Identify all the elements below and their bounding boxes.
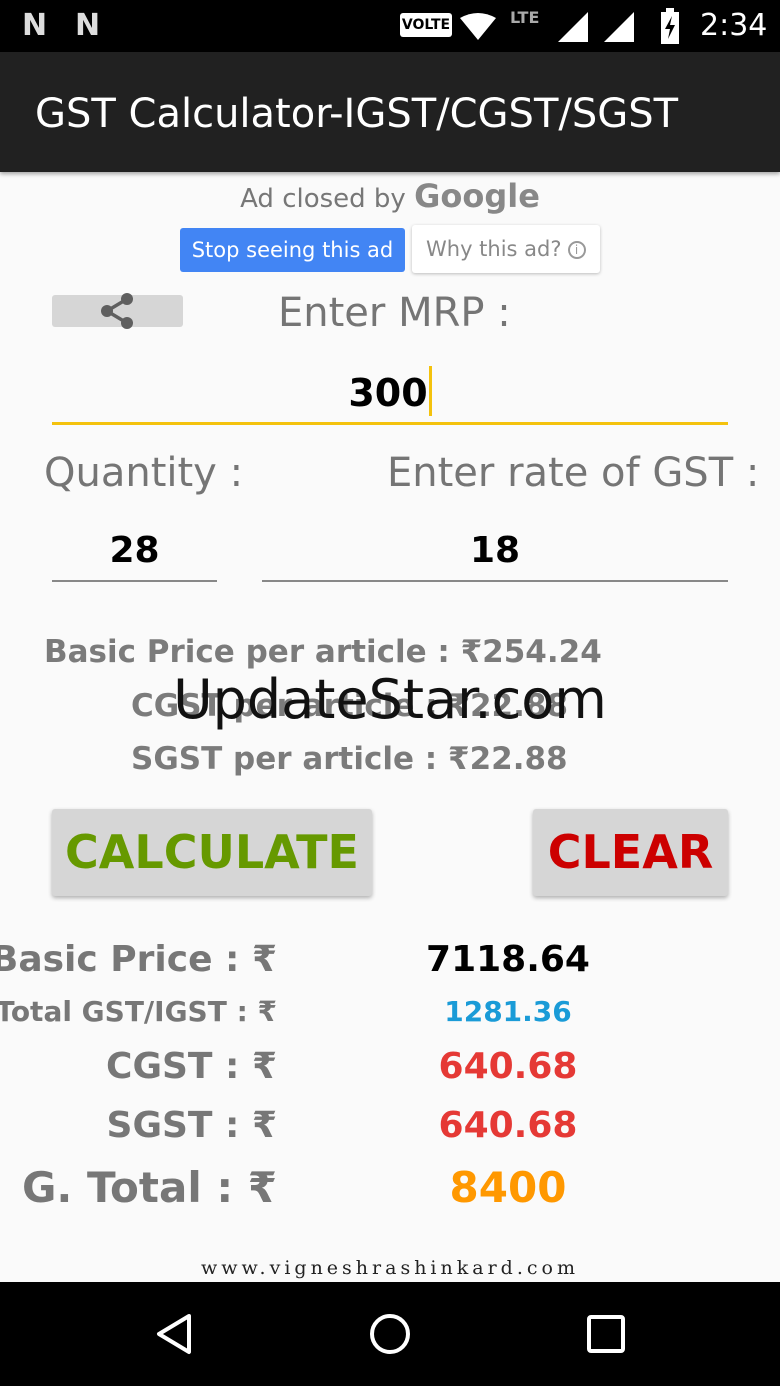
back-icon[interactable] xyxy=(145,1304,205,1364)
notification-n-icon: N xyxy=(22,8,48,43)
mrp-input-underline xyxy=(52,422,728,425)
wifi-icon xyxy=(460,13,496,40)
share-icon xyxy=(101,293,133,329)
basic-price-label: Basic Price : ₹ xyxy=(0,939,277,980)
ad-closed-notice: Ad closed by Google xyxy=(0,176,780,219)
total-gst-label: Total GST/IGST : ₹ xyxy=(0,995,277,1028)
website-link[interactable]: www.vigneshrashinkard.com xyxy=(0,1256,780,1280)
cgst-value: 640.68 xyxy=(438,1046,578,1087)
lte-label: LTE xyxy=(510,8,540,27)
share-button[interactable] xyxy=(52,293,183,329)
basic-price-value: 7118.64 xyxy=(426,939,590,980)
calculate-button[interactable]: CALCULATE xyxy=(52,809,372,896)
gst-rate-input-underline xyxy=(262,580,728,582)
clear-button[interactable]: CLEAR xyxy=(533,809,728,896)
app-bar: GST Calculator-IGST/CGST/SGST xyxy=(0,52,780,172)
sgst-label: SGST : ₹ xyxy=(106,1105,277,1146)
basic-price-per-article: Basic Price per article : ₹254.24 xyxy=(44,634,602,670)
ad-closed-text: Ad closed by xyxy=(240,184,406,214)
battery-charging-icon xyxy=(661,8,679,44)
home-icon[interactable] xyxy=(360,1304,420,1364)
watermark: UpdateStar.com xyxy=(173,668,607,731)
grand-total-value: 8400 xyxy=(449,1163,567,1212)
sgst-per-article: SGST per article : ₹22.88 xyxy=(131,741,568,777)
total-gst-value: 1281.36 xyxy=(444,995,572,1028)
mrp-input[interactable]: 300 xyxy=(52,366,728,417)
quantity-label: Quantity : xyxy=(44,450,244,496)
notification-n-icon: N xyxy=(75,8,101,43)
navigation-bar xyxy=(0,1282,780,1386)
recents-icon[interactable] xyxy=(576,1304,636,1364)
grand-total-label: G. Total : ₹ xyxy=(21,1163,277,1212)
mrp-input-value: 300 xyxy=(348,371,428,415)
status-bar: N N VOLTE LTE 2:34 xyxy=(0,0,780,52)
why-this-ad-label: Why this ad? xyxy=(426,237,562,261)
info-icon: i xyxy=(567,241,586,259)
stop-seeing-ad-button[interactable]: Stop seeing this ad xyxy=(180,228,405,272)
gst-rate-input[interactable]: 18 xyxy=(262,528,728,574)
google-logo: Google xyxy=(414,177,540,215)
signal-icon xyxy=(604,12,634,42)
sgst-value: 640.68 xyxy=(438,1105,578,1146)
mrp-label: Enter MRP : xyxy=(278,290,511,336)
status-time: 2:34 xyxy=(700,8,768,43)
cgst-label: CGST : ₹ xyxy=(106,1046,277,1087)
quantity-input-underline xyxy=(52,580,217,582)
volte-badge: VOLTE xyxy=(400,13,452,37)
app-title: GST Calculator-IGST/CGST/SGST xyxy=(35,91,679,137)
text-cursor xyxy=(428,366,432,416)
signal-icon xyxy=(558,12,588,42)
gst-rate-label: Enter rate of GST : xyxy=(387,450,760,496)
why-this-ad-button[interactable]: Why this ad? i xyxy=(412,225,600,273)
quantity-input[interactable]: 28 xyxy=(52,528,217,574)
